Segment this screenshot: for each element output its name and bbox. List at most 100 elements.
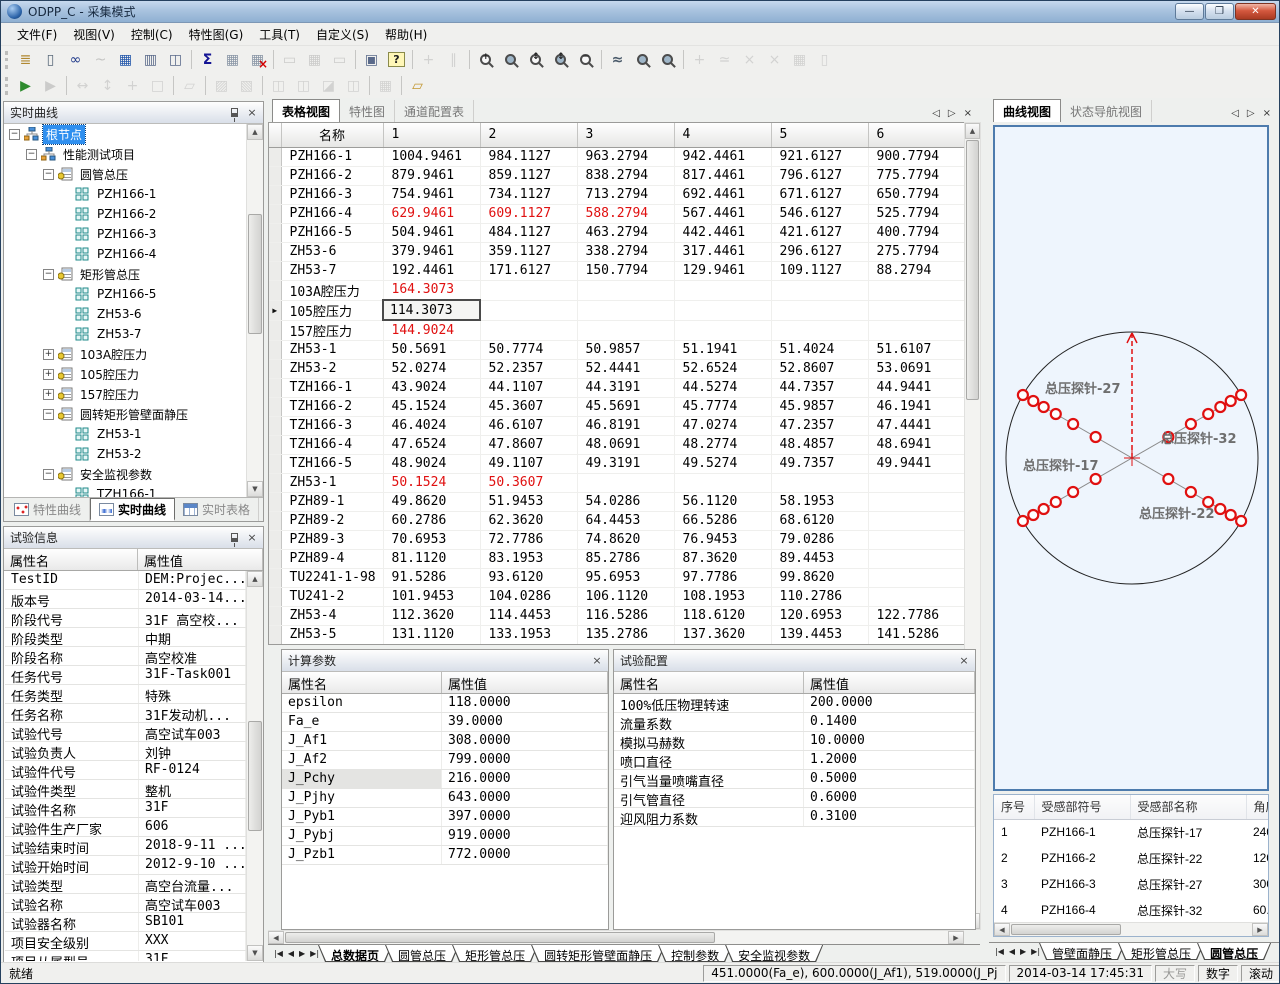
table-cell[interactable]: 52.0274	[383, 359, 480, 378]
property-row[interactable]: J_Pzb1772.0000	[282, 846, 608, 865]
table-cell[interactable]: 99.8620	[771, 568, 868, 587]
table-cell[interactable]: 588.2794	[577, 204, 674, 223]
column-header[interactable]: 1	[383, 123, 480, 147]
tree-item[interactable]: −安全监视参数	[5, 464, 262, 484]
zoom-x-icon[interactable]: ↕	[524, 49, 547, 71]
table-cell[interactable]: 817.4461	[674, 166, 771, 185]
table-cell[interactable]: 734.1127	[480, 185, 577, 204]
tree-item[interactable]: ZH53-1	[5, 424, 262, 444]
table-cell[interactable]	[674, 320, 771, 340]
scroll-tabs-left-icon[interactable]: ◁	[1227, 108, 1243, 119]
tree-scrollbar[interactable]: ▲ ▼	[246, 124, 263, 497]
table-cell[interactable]: 49.8620	[383, 492, 480, 511]
table-cell[interactable]: 47.2357	[771, 416, 868, 435]
table-cell[interactable]: 1004.9461	[383, 147, 480, 166]
tree-item[interactable]: ZH53-2	[5, 444, 262, 464]
scroll-tabs-left-icon[interactable]: ◁	[928, 108, 944, 119]
first-sheet-icon[interactable]: |◀	[272, 949, 285, 958]
row-name[interactable]: PZH166-1	[281, 147, 383, 166]
title-bar[interactable]: ODPP_C - 采集模式 —❐✕	[1, 1, 1279, 23]
row-name[interactable]: TU2241-1-98	[281, 568, 383, 587]
property-row[interactable]: 任务代号31F-Task001	[5, 666, 246, 685]
zoom-select-icon[interactable]	[631, 49, 654, 71]
last-sheet-icon[interactable]: ▶|	[308, 949, 321, 958]
tree-item[interactable]: PZH166-5	[5, 284, 262, 304]
row-name[interactable]: ZH53-1	[281, 473, 383, 492]
menu-item-4[interactable]: 工具(T)	[251, 23, 308, 46]
table-cell[interactable]: 49.5274	[674, 454, 771, 473]
table-cell[interactable]: 879.9461	[383, 166, 480, 185]
tree-item[interactable]: −性能测试项目	[5, 144, 262, 164]
table-cell[interactable]: 114.4453	[480, 606, 577, 625]
table-cell[interactable]: 135.2786	[577, 625, 674, 644]
table-cell[interactable]: 192.4461	[383, 261, 480, 280]
row-name[interactable]: 157腔压力	[281, 320, 383, 340]
table-cell[interactable]: 52.2357	[480, 359, 577, 378]
table-cell[interactable]: 671.6127	[771, 185, 868, 204]
property-row[interactable]: 试验类型高空台流量...	[5, 875, 246, 894]
table-cell[interactable]: 74.8620	[577, 530, 674, 549]
table-cell[interactable]: 52.4441	[577, 359, 674, 378]
table-cell[interactable]: 44.3191	[577, 378, 674, 397]
zoom-box-icon[interactable]	[499, 49, 522, 71]
table-cell[interactable]: 838.2794	[577, 166, 674, 185]
table-cell[interactable]: 317.4461	[674, 242, 771, 261]
tree-item[interactable]: −圆管总压	[5, 164, 262, 184]
column-header[interactable]: 3	[577, 123, 674, 147]
table-cell[interactable]: 48.0691	[577, 435, 674, 454]
tree-item[interactable]: −根节点	[5, 124, 262, 144]
table-cell[interactable]: 44.5274	[674, 378, 771, 397]
column-header[interactable]: 角度	[1246, 795, 1269, 819]
column-header[interactable]: 受感部名称	[1130, 795, 1246, 819]
zoom-out-icon[interactable]: −	[574, 49, 597, 71]
table-cell[interactable]: 52.6524	[674, 359, 771, 378]
scroll-right-icon[interactable]: ▶	[1252, 923, 1268, 936]
table-cell[interactable]: 463.2794	[577, 223, 674, 242]
table-cell[interactable]: 133.1953	[480, 625, 577, 644]
scroll-right-icon[interactable]: ▶	[948, 931, 964, 944]
row-name[interactable]: 103A腔压力	[281, 280, 383, 300]
table-cell[interactable]: 129.9461	[674, 261, 771, 280]
info-scrollbar[interactable]: ▲ ▼	[246, 571, 263, 961]
table-cell[interactable]: 164.3073	[383, 280, 480, 300]
tree-item[interactable]: +157腔压力	[5, 384, 262, 404]
table-cell[interactable]	[480, 300, 577, 320]
row-name[interactable]: PZH89-2	[281, 511, 383, 530]
property-row[interactable]: 100%低压物理转速200.0000	[614, 694, 975, 713]
close-icon[interactable]: ×	[244, 105, 260, 120]
table-cell[interactable]	[868, 568, 964, 587]
table-cell[interactable]: 796.6127	[771, 166, 868, 185]
table-cell[interactable]: 131.1120	[383, 625, 480, 644]
table-cell[interactable]: 118.6120	[674, 606, 771, 625]
property-row[interactable]: 试验负责人刘钟	[5, 742, 246, 761]
table-cell[interactable]: 50.7774	[480, 340, 577, 359]
property-row[interactable]: 试验名称高空试车003	[5, 894, 246, 913]
table-cell[interactable]	[674, 473, 771, 492]
table-cell[interactable]	[868, 587, 964, 606]
menu-item-2[interactable]: 控制(C)	[123, 23, 181, 46]
probe-hscrollbar[interactable]: ◀ ▶	[994, 922, 1268, 936]
view-tab[interactable]: 通道配置表	[395, 100, 474, 122]
table-cell[interactable]: 44.1107	[480, 378, 577, 397]
table-cell[interactable]: 95.6953	[577, 568, 674, 587]
zoom-all-icon[interactable]	[656, 49, 679, 71]
table-cell[interactable]: 81.1120	[383, 549, 480, 568]
table-cell[interactable]: 114.3073	[383, 300, 480, 320]
row-name[interactable]: ZH53-2	[281, 359, 383, 378]
row-name[interactable]: TU241-2	[281, 587, 383, 606]
table-delete-icon[interactable]: ▦×	[246, 49, 269, 71]
tree-item[interactable]: −圆转矩形管壁面静压	[5, 404, 262, 424]
property-row[interactable]: 试验结束时间2018-9-11 ...	[5, 837, 246, 856]
next-sheet-icon[interactable]: ▶	[1018, 947, 1028, 956]
menu-item-0[interactable]: 文件(F)	[9, 23, 65, 46]
scroll-up-icon[interactable]: ▲	[965, 123, 980, 139]
close-icon[interactable]: ×	[956, 653, 972, 668]
table-cell[interactable]: 110.2786	[771, 587, 868, 606]
property-row[interactable]: 任务类型特殊	[5, 685, 246, 704]
property-row[interactable]: 喷口直径1.2000	[614, 751, 975, 770]
table-cell[interactable]: 650.7794	[868, 185, 964, 204]
menu-item-5[interactable]: 自定义(S)	[308, 23, 377, 46]
table-cell[interactable]: 859.1127	[480, 166, 577, 185]
table-cell[interactable]	[674, 280, 771, 300]
table-cell[interactable]: 144.9024	[383, 320, 480, 340]
